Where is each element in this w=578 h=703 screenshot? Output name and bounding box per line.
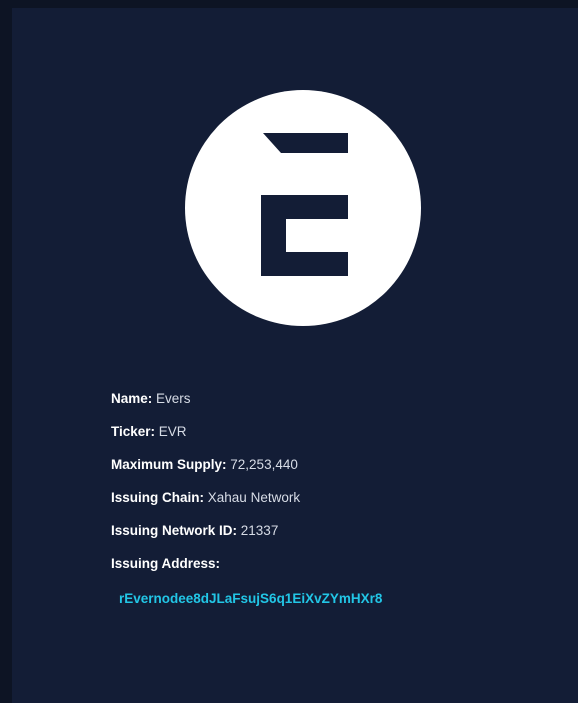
- name-row: Name: Evers: [111, 389, 300, 422]
- token-details: Name: Evers Ticker: EVR Maximum Supply: …: [111, 389, 300, 587]
- ticker-value: EVR: [158, 424, 187, 439]
- max-supply-row: Maximum Supply: 72,253,440: [111, 455, 300, 488]
- max-supply-value: 72,253,440: [230, 457, 298, 472]
- logo-circle: [185, 90, 421, 326]
- issuing-address-row: Issuing Address:: [111, 554, 300, 587]
- max-supply-label: Maximum Supply:: [111, 457, 227, 472]
- issuing-chain-label: Issuing Chain:: [111, 490, 205, 505]
- name-value: Evers: [156, 391, 191, 406]
- ticker-row: Ticker: EVR: [111, 422, 300, 455]
- evernode-logo-icon: [261, 133, 348, 276]
- issuing-chain-value: Xahau Network: [207, 490, 301, 505]
- network-id-row: Issuing Network ID: 21337: [111, 521, 300, 554]
- ticker-label: Ticker:: [111, 424, 156, 439]
- network-id-label: Issuing Network ID:: [111, 523, 238, 538]
- issuing-address-label: Issuing Address:: [111, 556, 221, 571]
- network-id-value: 21337: [240, 523, 279, 538]
- name-label: Name:: [111, 391, 153, 406]
- logo-top-bar: [263, 133, 348, 153]
- issuing-chain-row: Issuing Chain: Xahau Network: [111, 488, 300, 521]
- logo-e-shape: [261, 195, 348, 276]
- issuing-address-link[interactable]: rEvernodee8dJLaFsujS6q1EiXvZYmHXr8: [119, 589, 382, 609]
